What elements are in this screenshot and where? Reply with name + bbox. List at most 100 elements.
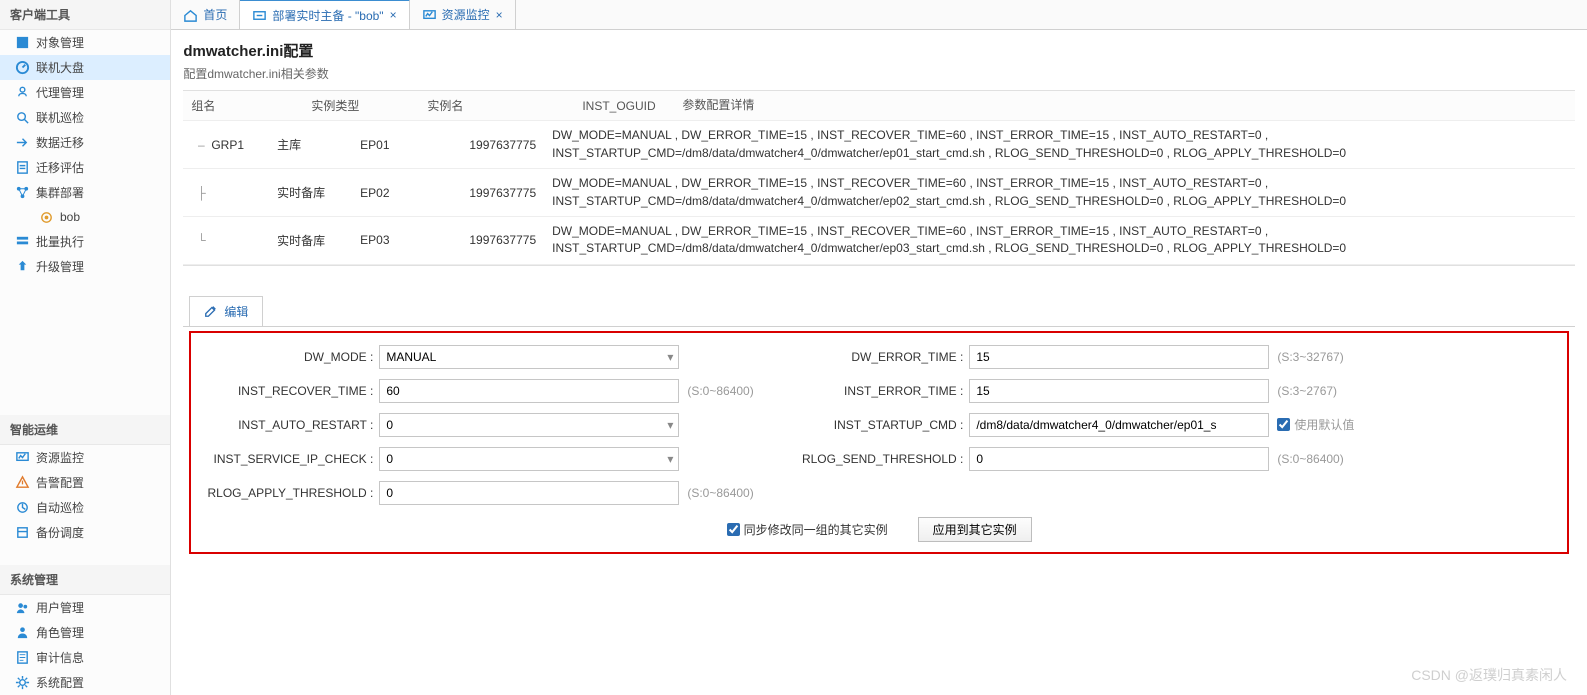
sidebar-item-label: 集群部署 <box>36 184 84 201</box>
sidebar-item-client-0[interactable]: 对象管理 <box>0 30 170 55</box>
label-rlog_apply_threshold: RLOG_APPLY_THRESHOLD <box>199 486 379 500</box>
cluster-icon <box>14 185 30 201</box>
sidebar-item-sys-2[interactable]: 审计信息 <box>0 645 170 670</box>
sidebar-item-label: 联机大盘 <box>36 59 84 76</box>
sync-checkbox[interactable]: 同步修改同一组的其它实例 <box>727 521 888 538</box>
table-row[interactable]: ├实时备库EP021997637775DW_MODE=MANUAL , DW_E… <box>183 169 1575 217</box>
job-icon <box>38 209 54 225</box>
label-inst_error_time: INST_ERROR_TIME <box>769 384 969 398</box>
tab-label: 首页 <box>203 6 227 23</box>
sidebar-item-label: 角色管理 <box>36 624 84 641</box>
table-row[interactable]: └实时备库EP031997637775DW_MODE=MANUAL , DW_E… <box>183 217 1575 265</box>
page-title: dmwatcher.ini配置 <box>183 40 1575 61</box>
sidebar-item-client-4[interactable]: 数据迁移 <box>0 130 170 155</box>
hint-rlog_apply_threshold: (S:0~86400) <box>679 486 769 500</box>
grid-header-4: 参数配置详情 <box>674 91 1575 120</box>
sidebar-item-label: 数据迁移 <box>36 134 84 151</box>
sidebar-item-ops-2[interactable]: 自动巡检 <box>0 495 170 520</box>
tab-2[interactable]: 资源监控 × <box>410 0 516 29</box>
roles-icon <box>14 625 30 641</box>
inspect-icon <box>14 110 30 126</box>
sidebar-item-label: 迁移评估 <box>36 159 84 176</box>
hint-inst_error_time: (S:3~2767) <box>1269 384 1389 398</box>
cell-group: –GRP1 <box>183 121 269 168</box>
sidebar-item-label: 升级管理 <box>36 258 84 275</box>
grid-header-1: 实例类型 <box>303 91 419 120</box>
monitor-icon <box>422 8 436 22</box>
label-inst_startup_cmd: INST_STARTUP_CMD <box>769 418 969 432</box>
sync-checkbox-label: 同步修改同一组的其它实例 <box>744 521 888 538</box>
tab-label: 资源监控 <box>442 6 490 23</box>
audit-icon <box>14 650 30 666</box>
cell-type: 实时备库 <box>269 169 352 216</box>
input-dw_error_time[interactable] <box>969 345 1269 369</box>
label-inst_auto_restart: INST_AUTO_RESTART <box>199 418 379 432</box>
cell-type: 实时备库 <box>269 217 352 264</box>
input-inst_auto_restart[interactable] <box>379 413 679 437</box>
sidebar-item-sys-1[interactable]: 角色管理 <box>0 620 170 645</box>
input-dw_mode[interactable] <box>379 345 679 369</box>
tab-label: 部署实时主备 - "bob" <box>272 7 383 24</box>
users-icon <box>14 600 30 616</box>
sidebar-item-label: 对象管理 <box>36 34 84 51</box>
sidebar-item-ops-0[interactable]: 资源监控 <box>0 445 170 470</box>
sidebar-item-label: 备份调度 <box>36 524 84 541</box>
sync-checkbox-input[interactable] <box>727 523 740 536</box>
label-inst_recover_time: INST_RECOVER_TIME <box>199 384 379 398</box>
backup-icon <box>14 525 30 541</box>
sidebar-item-client-3[interactable]: 联机巡检 <box>0 105 170 130</box>
sidebar-item-client-8[interactable]: 升级管理 <box>0 254 170 279</box>
sidebar-item-client-7[interactable]: 批量执行 <box>0 229 170 254</box>
monitor-icon <box>14 450 30 466</box>
input-rlog_apply_threshold[interactable] <box>379 481 679 505</box>
default-checkbox-input[interactable] <box>1277 418 1290 431</box>
input-rlog_send_threshold[interactable] <box>969 447 1269 471</box>
apply-button[interactable]: 应用到其它实例 <box>918 517 1032 542</box>
agent-icon <box>14 85 30 101</box>
sidebar-item-sys-0[interactable]: 用户管理 <box>0 595 170 620</box>
hint-inst_startup_cmd: 使用默认值 <box>1269 416 1389 433</box>
close-icon[interactable]: × <box>390 8 397 22</box>
grid-header-2: 实例名 <box>419 91 574 120</box>
sidebar-subitem-client-6-0[interactable]: bob <box>0 205 170 229</box>
tab-1[interactable]: 部署实时主备 - "bob" × <box>240 0 409 29</box>
close-icon[interactable]: × <box>496 8 503 22</box>
default-checkbox[interactable]: 使用默认值 <box>1277 416 1389 433</box>
main: 首页部署实时主备 - "bob" ×资源监控 × dmwatcher.ini配置… <box>171 0 1587 695</box>
cell-oguid: 1997637775 <box>461 169 544 216</box>
label-inst_service_ip_check: INST_SERVICE_IP_CHECK <box>199 452 379 466</box>
migrate-icon <box>14 135 30 151</box>
cell-detail: DW_MODE=MANUAL , DW_ERROR_TIME=15 , INST… <box>544 121 1575 168</box>
table-row[interactable]: –GRP1主库EP011997637775DW_MODE=MANUAL , DW… <box>183 121 1575 169</box>
input-inst_recover_time[interactable] <box>379 379 679 403</box>
label-rlog_send_threshold: RLOG_SEND_THRESHOLD <box>769 452 969 466</box>
tab-0[interactable]: 首页 <box>171 0 240 29</box>
input-inst_startup_cmd[interactable] <box>969 413 1269 437</box>
input-inst_service_ip_check[interactable] <box>379 447 679 471</box>
page-subtitle: 配置dmwatcher.ini相关参数 <box>183 65 1575 82</box>
sidebar-item-label: 系统配置 <box>36 674 84 691</box>
sidebar-item-client-5[interactable]: 迁移评估 <box>0 155 170 180</box>
sidebar-item-label: bob <box>60 210 80 224</box>
sidebar-item-label: 告警配置 <box>36 474 84 491</box>
sidebar-item-ops-3[interactable]: 备份调度 <box>0 520 170 545</box>
cell-group: ├ <box>183 169 269 216</box>
sidebar-item-label: 审计信息 <box>36 649 84 666</box>
sidebar-item-client-6[interactable]: 集群部署 <box>0 180 170 205</box>
sidebar-item-sys-3[interactable]: 系统配置 <box>0 670 170 695</box>
sidebar-item-client-2[interactable]: 代理管理 <box>0 80 170 105</box>
edit-form: DW_MODE▾DW_ERROR_TIME(S:3~32767)INST_REC… <box>189 331 1569 554</box>
sidebar-item-client-1[interactable]: 联机大盘 <box>0 55 170 80</box>
input-inst_error_time[interactable] <box>969 379 1269 403</box>
alert-icon <box>14 475 30 491</box>
sidebar: 客户端工具 对象管理联机大盘代理管理联机巡检数据迁移迁移评估集群部署bob批量执… <box>0 0 171 695</box>
section-smart-ops: 智能运维 <box>0 415 170 445</box>
tab-edit[interactable]: 编辑 <box>189 296 263 326</box>
cell-oguid: 1997637775 <box>461 121 544 168</box>
auto-icon <box>14 500 30 516</box>
cell-type: 主库 <box>269 121 352 168</box>
cell-name: EP02 <box>352 169 461 216</box>
cell-detail: DW_MODE=MANUAL , DW_ERROR_TIME=15 , INST… <box>544 217 1575 264</box>
hint-inst_recover_time: (S:0~86400) <box>679 384 769 398</box>
sidebar-item-ops-1[interactable]: 告警配置 <box>0 470 170 495</box>
